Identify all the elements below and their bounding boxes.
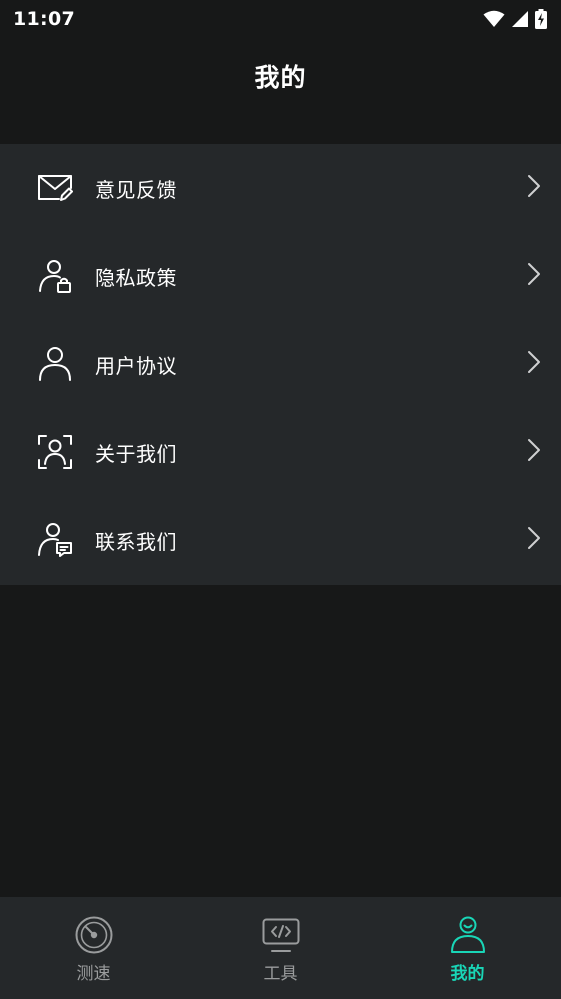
mail-edit-icon — [37, 170, 73, 206]
chevron-right-icon — [527, 174, 541, 202]
page-title: 我的 — [254, 63, 307, 92]
status-bar: 11:07 — [0, 0, 561, 38]
menu-item-privacy-policy[interactable]: 隐私政策 — [0, 232, 561, 320]
screen: 11:07 我的 意见反馈 隐私政策 用户协议 关于我们 联系我们 测速 工具 … — [0, 0, 561, 999]
chevron-right-icon — [527, 350, 541, 378]
nav-label: 测速 — [76, 964, 111, 984]
nav-label: 我的 — [450, 964, 485, 984]
menu-item-label: 意见反馈 — [95, 177, 177, 202]
user-icon — [37, 346, 73, 382]
menu-item-user-agreement[interactable]: 用户协议 — [0, 320, 561, 408]
cellular-signal-icon — [511, 10, 529, 28]
menu-item-label: 关于我们 — [95, 441, 177, 466]
status-icons — [483, 9, 547, 29]
code-monitor-icon — [261, 915, 301, 955]
user-message-icon — [37, 522, 73, 558]
tab-mine[interactable]: 我的 — [374, 897, 561, 999]
tab-tools[interactable]: 工具 — [187, 897, 374, 999]
nav-label: 工具 — [263, 964, 298, 984]
menu-item-label: 联系我们 — [95, 529, 177, 554]
smile-user-icon — [448, 915, 488, 955]
menu-item-feedback[interactable]: 意见反馈 — [0, 144, 561, 232]
bottom-nav: 测速 工具 我的 — [0, 897, 561, 999]
settings-menu: 意见反馈 隐私政策 用户协议 关于我们 联系我们 — [0, 144, 561, 585]
menu-item-label: 用户协议 — [95, 353, 177, 378]
speedometer-icon — [74, 915, 114, 955]
wifi-icon — [483, 10, 505, 28]
menu-item-about-us[interactable]: 关于我们 — [0, 408, 561, 496]
chevron-right-icon — [527, 262, 541, 290]
menu-item-contact-us[interactable]: 联系我们 — [0, 496, 561, 584]
user-frame-icon — [37, 434, 73, 470]
battery-charging-icon — [535, 9, 547, 29]
tab-speed-test[interactable]: 测速 — [0, 897, 187, 999]
chevron-right-icon — [527, 526, 541, 554]
menu-item-label: 隐私政策 — [95, 265, 177, 290]
chevron-right-icon — [527, 438, 541, 466]
header: 我的 — [0, 38, 561, 114]
status-time: 11:07 — [13, 8, 75, 30]
user-lock-icon — [37, 258, 73, 294]
